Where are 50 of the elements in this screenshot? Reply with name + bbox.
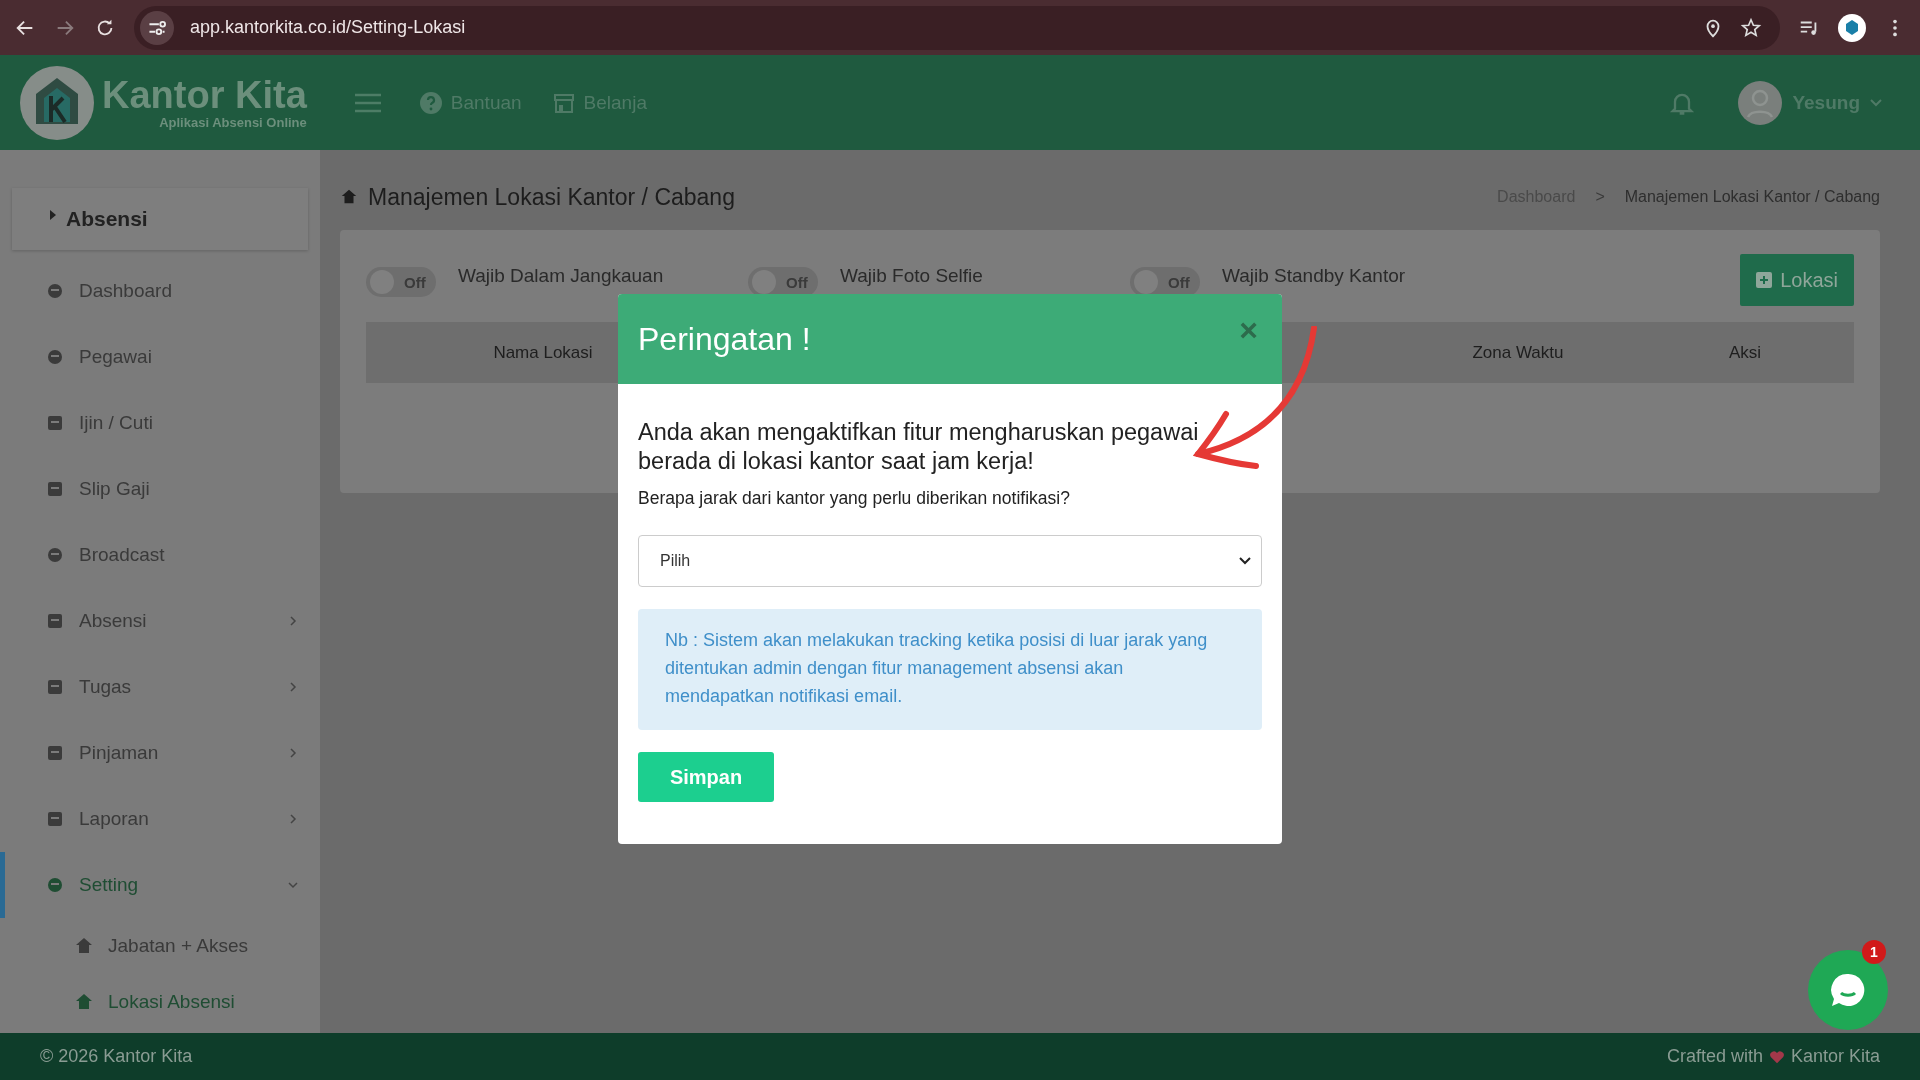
address-bar[interactable]: app.kantorkita.co.id/Setting-Lokasi xyxy=(134,5,1780,50)
heart-icon xyxy=(1768,1049,1785,1064)
credit-text: Crafted with xyxy=(1666,1046,1763,1067)
brand-tagline: Aplikasi Absensi Online xyxy=(159,115,307,130)
dialog-title: Peringatan ! xyxy=(638,320,812,358)
notification-badge: 1 xyxy=(1862,940,1886,964)
logo-icon xyxy=(20,65,94,140)
note-text: Nb : Sistem akan melakukan tracking ketika posisi di luar jarak yang ditentukan admin dengan fitur management absensi akan mendapatkan notifikasi email. xyxy=(665,630,1208,706)
home-icon xyxy=(74,992,94,1012)
sidebar-section-header[interactable]: Absensi xyxy=(12,188,308,250)
sidebar-item[interactable]: Dashboard xyxy=(0,258,320,324)
star-icon[interactable] xyxy=(1740,16,1762,39)
distance-select[interactable]: Pilih xyxy=(638,535,1262,587)
question-text: Berapa jarak dari kantor yang perlu diberikan notifikasi? xyxy=(638,488,1071,509)
sidebar-item[interactable]: Setting xyxy=(0,852,320,918)
sidebar-item[interactable]: Pinjaman xyxy=(0,720,320,786)
sidebar-item[interactable]: Pegawai xyxy=(0,324,320,390)
sidebar-item[interactable]: Tugas xyxy=(0,654,320,720)
sidebar-subitem[interactable]: Jabatan + Akses xyxy=(0,918,320,974)
credit-text: Kantor Kita xyxy=(1790,1046,1880,1067)
add-location-button[interactable]: Lokasi xyxy=(1740,254,1854,306)
copyright-text: © 2026 Kantor Kita xyxy=(40,1046,193,1067)
breadcrumb-current: Manajemen Lokasi Kantor / Cabang xyxy=(1624,188,1880,206)
url-text: app.kantorkita.co.id/Setting-Lokasi xyxy=(190,17,466,38)
sidebar-subitem[interactable]: Lokasi Absensi xyxy=(0,974,320,1030)
plus-square-icon xyxy=(1756,272,1773,288)
sidebar-item[interactable]: Absensi xyxy=(0,588,320,654)
toggle-label: Wajib Standby Kantor xyxy=(1222,265,1406,287)
help-icon xyxy=(418,90,443,115)
sidebar-item[interactable]: Slip Gaji xyxy=(0,456,320,522)
column-header: Zona Waktu xyxy=(1471,342,1565,363)
site-settings-icon[interactable] xyxy=(140,10,174,45)
breadcrumb-separator: > xyxy=(1595,188,1605,206)
sidebar-item[interactable]: Broadcast xyxy=(0,522,320,588)
close-button[interactable]: × xyxy=(1235,314,1262,346)
toggle-label: Wajib Dalam Jangkauan xyxy=(458,265,664,287)
avatar-icon xyxy=(1738,80,1783,125)
chevron-down-icon xyxy=(1239,557,1251,565)
column-header: Aksi xyxy=(1727,342,1763,363)
page-title: Manajemen Lokasi Kantor / Cabang xyxy=(368,183,735,211)
sidebar-item[interactable]: Ijin / Cuti xyxy=(0,390,320,456)
toggle-label: Wajib Foto Selfie xyxy=(840,265,983,287)
save-button[interactable]: Simpan xyxy=(638,752,774,802)
brand-name: Kantor Kita xyxy=(102,75,307,115)
warning-message: Anda akan mengaktifkan fitur mengharuskan pegawai berada di lokasi kantor saat jam kerja! xyxy=(638,418,1200,476)
home-icon xyxy=(340,188,358,206)
sidebar-item[interactable]: Laporan xyxy=(0,786,320,852)
profile-avatar-icon[interactable] xyxy=(1838,13,1866,42)
caret-icon xyxy=(50,210,56,220)
chevron-down-icon xyxy=(1870,98,1882,107)
